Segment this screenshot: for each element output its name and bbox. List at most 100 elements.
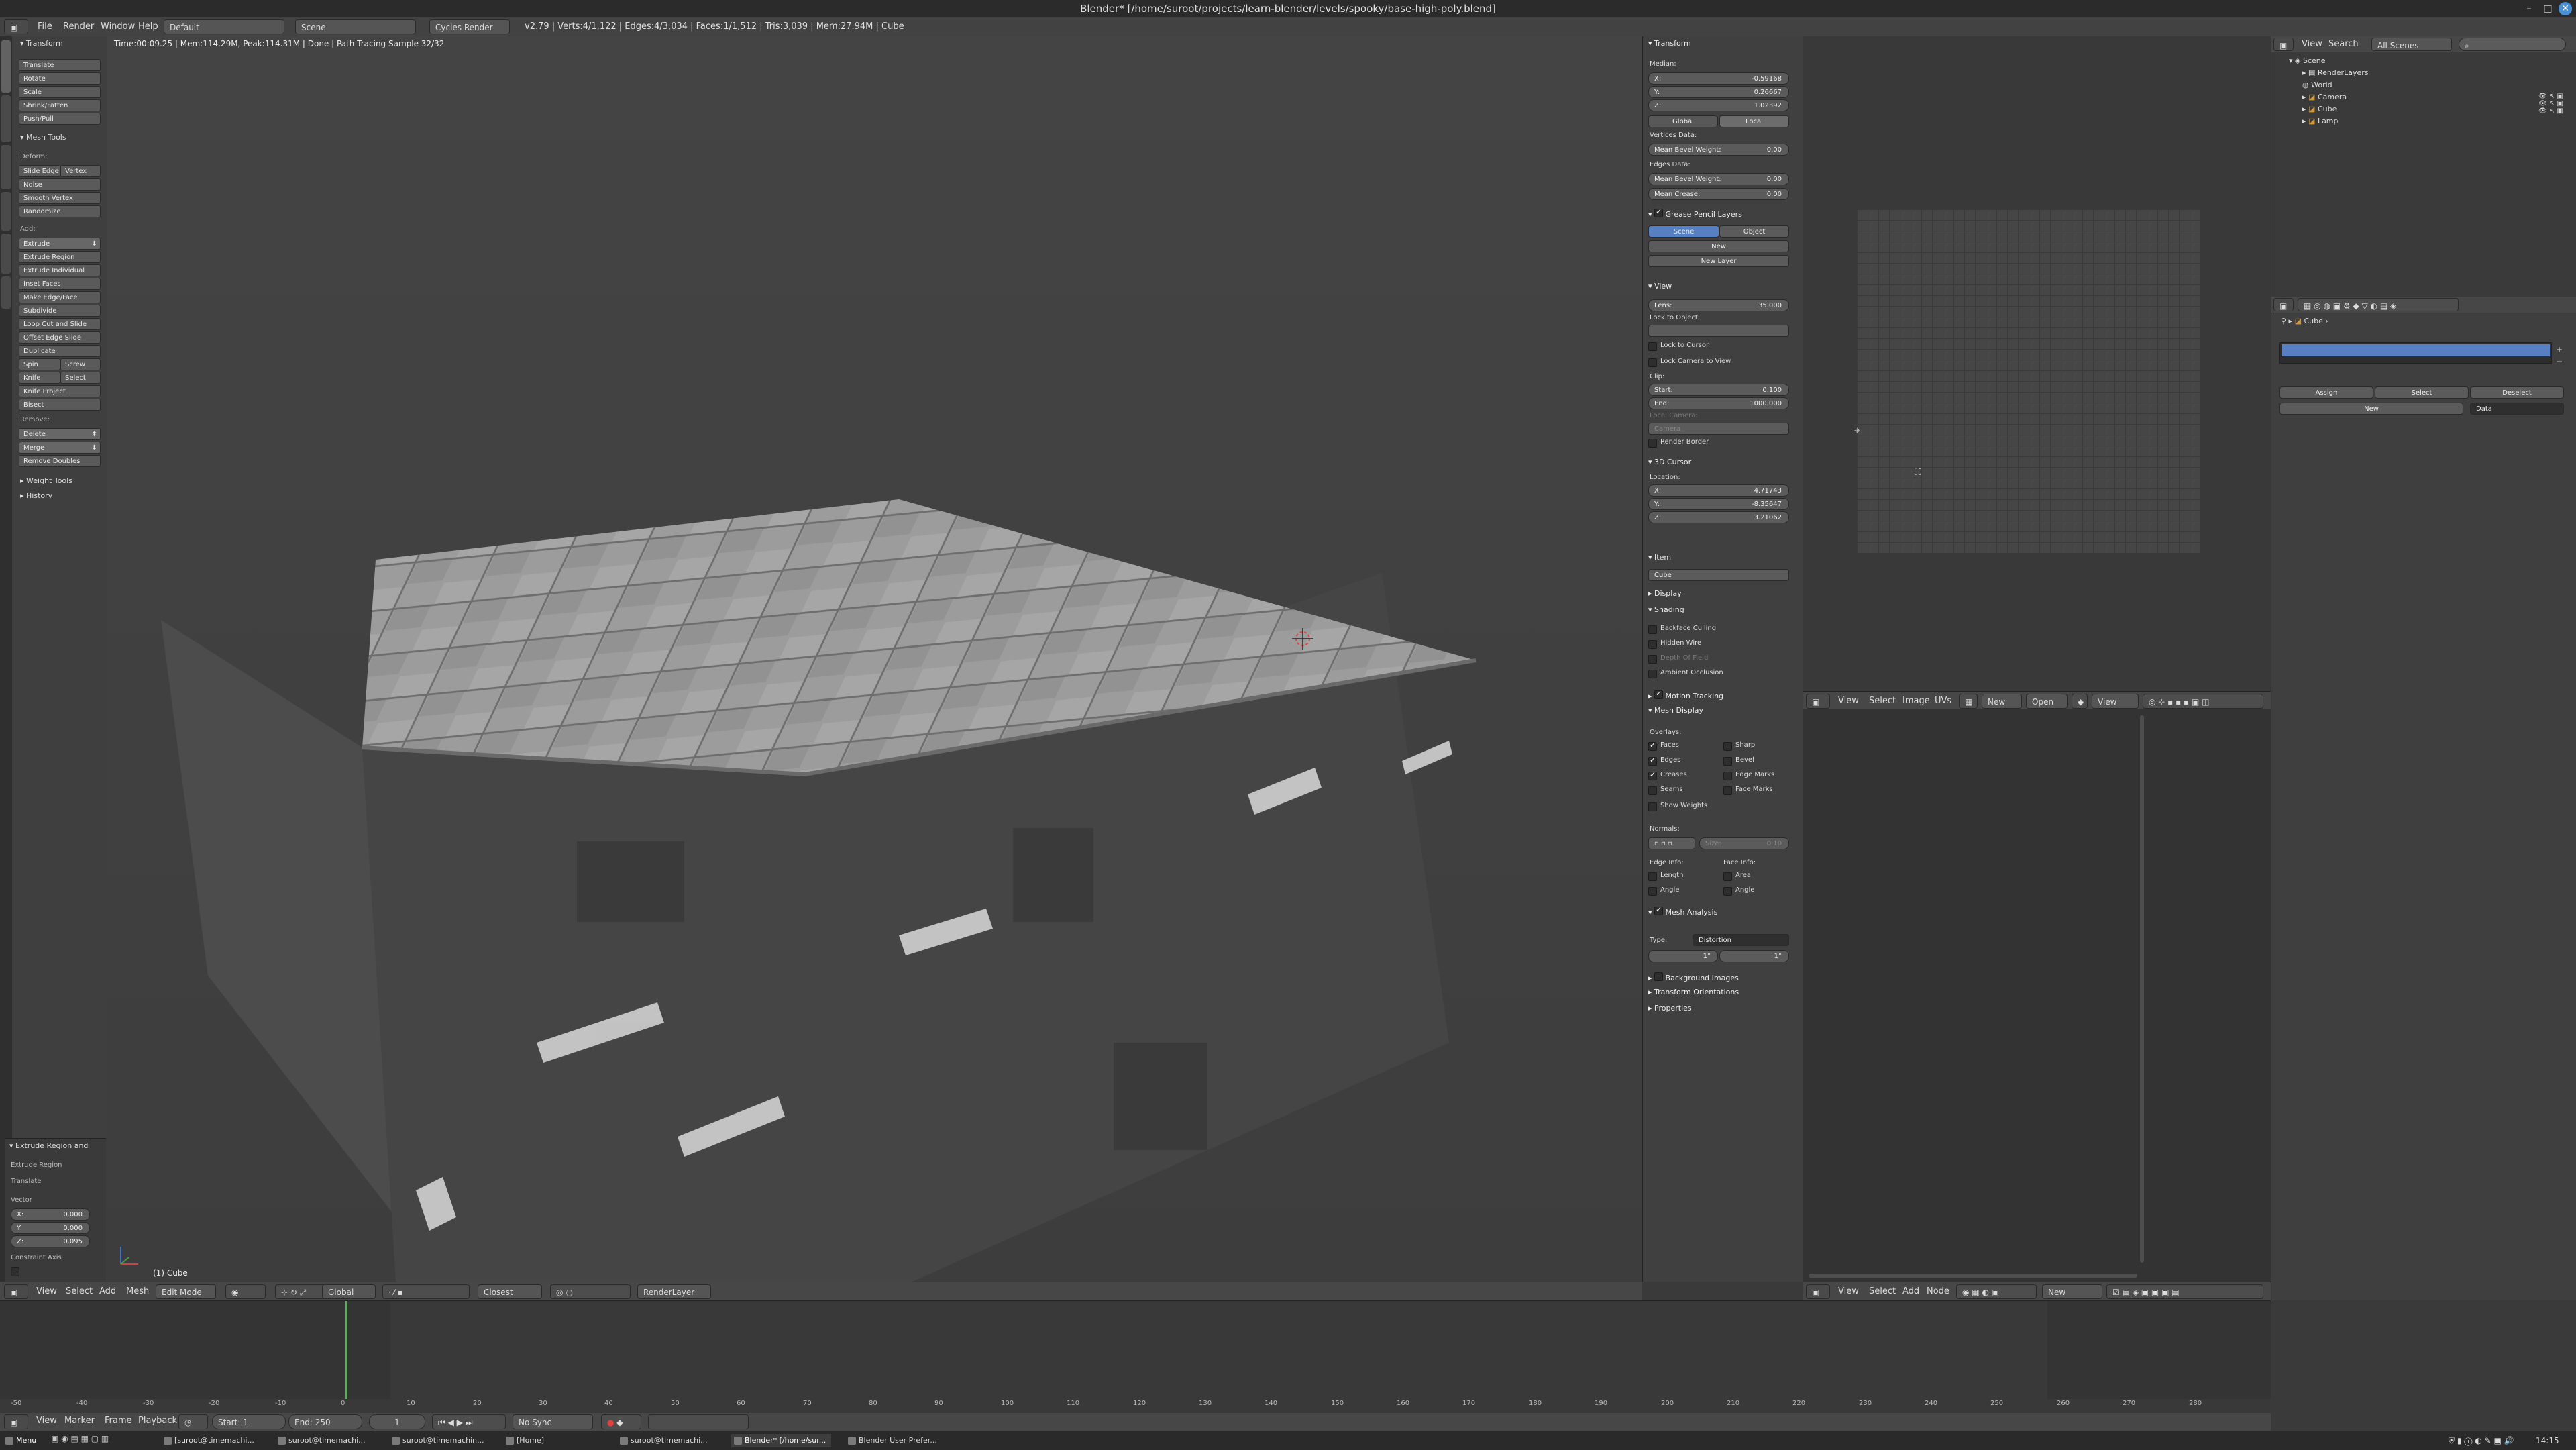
local-toggle[interactable]: Local bbox=[1719, 115, 1789, 127]
node-scrollbar-vertical[interactable] bbox=[2140, 715, 2144, 1263]
menu-render[interactable]: Render bbox=[59, 20, 98, 34]
editor-type-icon[interactable]: ▣ bbox=[1806, 1284, 1830, 1299]
uv-menu-uvs[interactable]: UVs bbox=[1931, 694, 1955, 708]
timeline-menu-view[interactable]: View bbox=[32, 1414, 61, 1428]
overlay-seams-checkbox[interactable] bbox=[1648, 786, 1657, 795]
lens-field[interactable]: Lens: 35.000 bbox=[1648, 299, 1789, 311]
mesh-display-section-header[interactable]: ▾ Mesh Display bbox=[1648, 706, 1703, 715]
image-browse-icon[interactable]: ▦ bbox=[1959, 694, 1978, 709]
system-tray-icons[interactable]: ⛨ ▮ ⓘ ◐ ✎ ▣ 🔊 bbox=[2449, 1434, 2514, 1447]
outliner-row-scene[interactable]: ▾ ◈ Scene bbox=[2289, 55, 2326, 67]
weight-tools-panel-header[interactable]: ▸ Weight Tools bbox=[20, 476, 72, 485]
node-tree-type-icons[interactable]: ◉ ▦ ◐ ▣ bbox=[1956, 1284, 2037, 1299]
extrude-dropdown[interactable]: Extrude ⬍ bbox=[19, 238, 101, 250]
extrude-individual-button[interactable]: Extrude Individual bbox=[19, 264, 101, 276]
subdivide-button[interactable]: Subdivide bbox=[19, 305, 101, 317]
motion-tracking-checkbox[interactable] bbox=[1654, 689, 1664, 699]
tab-tools[interactable] bbox=[1, 40, 11, 93]
properties-section-header[interactable]: ▸ Properties bbox=[1648, 1004, 1692, 1013]
timeline-menu-playback[interactable]: Playback bbox=[134, 1414, 181, 1428]
node-menu-view[interactable]: View bbox=[1834, 1285, 1863, 1298]
end-frame-field[interactable]: End: 250 bbox=[288, 1414, 362, 1429]
outliner-menu-view[interactable]: View bbox=[2298, 38, 2326, 51]
face-angle-checkbox[interactable] bbox=[1723, 887, 1732, 896]
clip-end-field[interactable]: End: 1000.000 bbox=[1648, 397, 1789, 409]
uv-menu-image[interactable]: Image bbox=[1898, 694, 1934, 708]
edge-mean-bevel-weight-field[interactable]: Mean Bevel Weight: 0.00 bbox=[1648, 173, 1789, 185]
editor-type-icon[interactable]: ▣ bbox=[1806, 694, 1830, 709]
transform-orientations-section-header[interactable]: ▸ Transform Orientations bbox=[1648, 988, 1739, 996]
duplicate-button[interactable]: Duplicate bbox=[19, 345, 101, 357]
gp-object-tab[interactable]: Object bbox=[1719, 225, 1789, 238]
bisect-button[interactable]: Bisect bbox=[19, 399, 101, 411]
properties-context-tabs[interactable]: ▦ ◎ ◍ ▣ ⚙ ◆ ▽ ◐ ▤ ◈ bbox=[2298, 298, 2459, 311]
item-name-field[interactable]: Cube bbox=[1648, 569, 1789, 581]
vertex-group-selected-row[interactable] bbox=[2282, 344, 2550, 356]
edge-angle-checkbox[interactable] bbox=[1648, 887, 1657, 896]
current-frame-indicator[interactable] bbox=[345, 1301, 347, 1399]
menu-view[interactable]: View bbox=[32, 1285, 61, 1298]
background-images-checkbox[interactable] bbox=[1654, 972, 1664, 981]
editor-type-icon[interactable]: ▣ bbox=[2273, 38, 2294, 51]
smooth-vertex-button[interactable]: Smooth Vertex bbox=[19, 192, 101, 204]
render-engine-select[interactable]: Cycles Render bbox=[429, 19, 510, 34]
local-camera-field[interactable]: Camera bbox=[1648, 423, 1789, 435]
uv-menu-view[interactable]: View bbox=[1834, 694, 1863, 708]
mesh-analysis-section-header[interactable]: ▾ Mesh Analysis bbox=[1648, 905, 1717, 917]
overlay-sharp-checkbox[interactable] bbox=[1723, 742, 1732, 751]
median-z-field[interactable]: Z: 1.02392 bbox=[1648, 99, 1789, 111]
taskbar-item[interactable]: suroot@timemachi... bbox=[617, 1434, 713, 1447]
overlay-face-marks-checkbox[interactable] bbox=[1723, 786, 1732, 795]
overlay-edge-marks-checkbox[interactable] bbox=[1723, 772, 1732, 780]
minimize-icon[interactable]: – bbox=[2522, 2, 2536, 15]
vertex-mean-bevel-weight-field[interactable]: Mean Bevel Weight: 0.00 bbox=[1648, 144, 1789, 156]
editor-type-icon[interactable]: ▣ bbox=[2273, 298, 2294, 311]
lock-to-cursor-checkbox[interactable] bbox=[1648, 342, 1657, 351]
overlay-edges-checkbox[interactable] bbox=[1648, 756, 1657, 766]
node-tool-icons[interactable]: ☑ ▤ ◈ ▣ ▣ ▣ ▤ bbox=[2106, 1284, 2263, 1299]
menu-file[interactable]: File bbox=[34, 20, 56, 34]
sync-mode-select[interactable]: No Sync bbox=[513, 1414, 593, 1429]
taskbar-item[interactable]: suroot@timemachi... bbox=[275, 1434, 371, 1447]
timeline-menu-frame[interactable]: Frame bbox=[101, 1414, 136, 1428]
mesh-analysis-checkbox[interactable] bbox=[1654, 905, 1664, 915]
menu-select[interactable]: Select bbox=[62, 1285, 97, 1298]
outliner-scope-select[interactable]: All Scenes bbox=[2371, 38, 2452, 51]
uv-menu-select[interactable]: Select bbox=[1865, 694, 1900, 708]
layout-select[interactable]: Default bbox=[164, 19, 284, 34]
assign-button[interactable]: Assign bbox=[2279, 386, 2373, 399]
shading-select-icon[interactable]: ◉ bbox=[225, 1284, 266, 1299]
spin-button[interactable]: Spin bbox=[19, 358, 60, 370]
shading-section-header[interactable]: ▾ Shading bbox=[1648, 605, 1684, 614]
rotate-button[interactable]: Rotate bbox=[19, 72, 101, 85]
extrude-region-button[interactable]: Extrude Region bbox=[19, 251, 101, 263]
grease-pencil-section-header[interactable]: ▾ Grease Pencil Layers bbox=[1648, 207, 1742, 219]
tab-grease-pencil[interactable] bbox=[1, 276, 11, 309]
menu-window[interactable]: Window bbox=[97, 20, 139, 34]
transform-section-header[interactable]: ▾ Transform bbox=[1648, 39, 1691, 48]
depth-of-field-checkbox[interactable] bbox=[1648, 655, 1657, 664]
node-menu-node[interactable]: Node bbox=[1923, 1285, 1953, 1298]
pin-icon[interactable]: ◆ bbox=[2072, 694, 2088, 709]
uv-open-button[interactable]: Open bbox=[2026, 694, 2068, 709]
median-x-field[interactable]: X: -0.59168 bbox=[1648, 72, 1789, 85]
scale-button[interactable]: Scale bbox=[19, 86, 101, 98]
taskbar-item[interactable]: Blender User Prefer... bbox=[845, 1434, 943, 1447]
loop-cut-slide-button[interactable]: Loop Cut and Slide bbox=[19, 318, 101, 330]
mesh-tools-panel-header[interactable]: ▾ Mesh Tools bbox=[20, 133, 66, 142]
uv-view-select[interactable]: View bbox=[2092, 694, 2139, 709]
tab-create[interactable] bbox=[1, 95, 11, 142]
grease-pencil-checkbox[interactable] bbox=[1654, 207, 1664, 217]
props-new-button[interactable]: New bbox=[2279, 403, 2463, 415]
props-data-select[interactable]: Data bbox=[2470, 403, 2564, 415]
randomize-button[interactable]: Randomize bbox=[19, 205, 101, 217]
menu-mesh[interactable]: Mesh bbox=[122, 1285, 153, 1298]
transform-panel-header[interactable]: ▾ Transform bbox=[20, 39, 63, 48]
outliner-row-cube[interactable]: ▸ ◪ Cube bbox=[2302, 103, 2337, 115]
vector-z-field[interactable]: Z: 0.095 bbox=[11, 1235, 90, 1247]
view-section-header[interactable]: ▾ View bbox=[1648, 282, 1672, 291]
select-mode-icons[interactable]: · ⁄ ▪ bbox=[382, 1284, 470, 1299]
keying-set-select[interactable] bbox=[648, 1414, 749, 1429]
knife-button[interactable]: Knife bbox=[19, 372, 60, 384]
gp-new-button[interactable]: New bbox=[1648, 240, 1789, 252]
